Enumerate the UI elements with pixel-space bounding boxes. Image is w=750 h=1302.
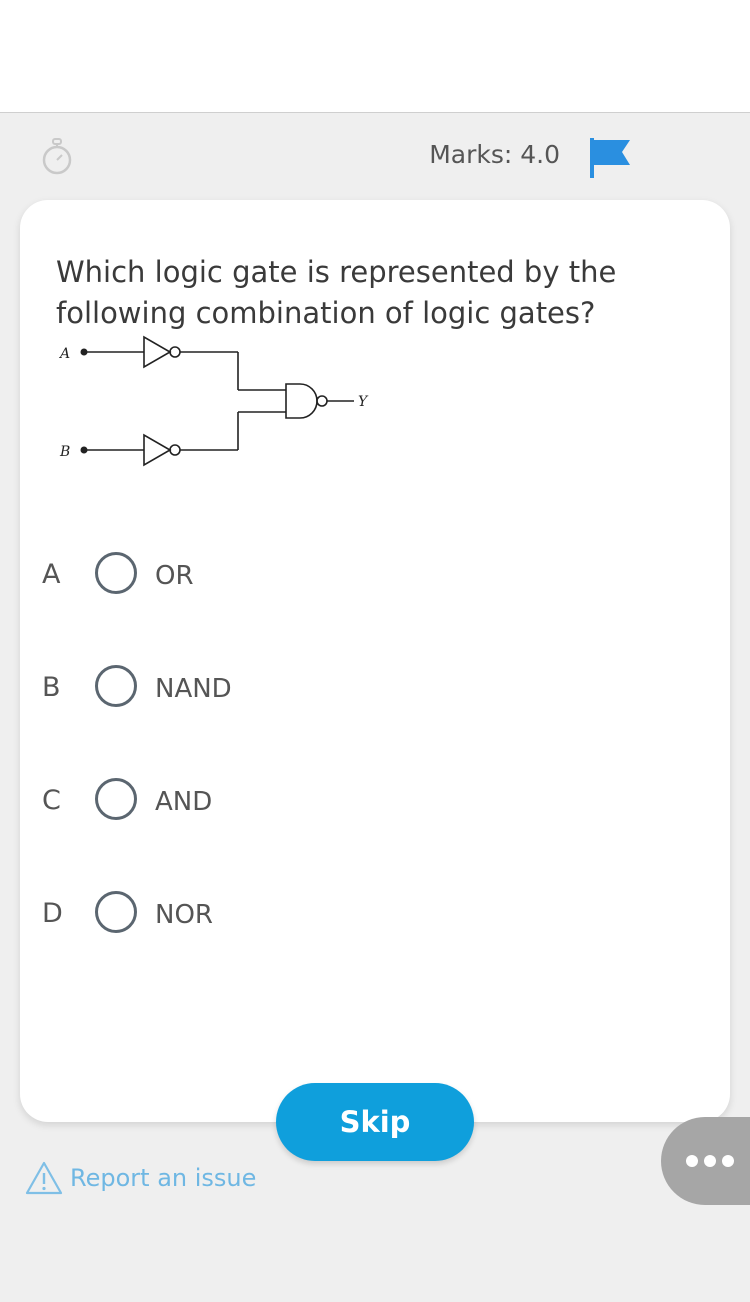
top-bar — [0, 0, 750, 113]
warning-icon — [25, 1161, 63, 1195]
marks-label: Marks: 4.0 — [429, 140, 560, 169]
input-b-label: B — [59, 444, 70, 460]
report-issue-link[interactable]: Report an issue — [24, 1158, 256, 1198]
option-b[interactable]: B NAND — [20, 650, 730, 730]
option-label: AND — [155, 787, 213, 817]
question-card: Which logic gate is represented by the f… — [20, 200, 730, 1122]
option-letter: B — [42, 672, 61, 703]
nand-gate — [285, 383, 318, 419]
more-options-button[interactable] — [661, 1117, 750, 1205]
logic-circuit-diagram: A B Y — [58, 335, 369, 467]
stopwatch-icon — [42, 138, 72, 175]
option-c[interactable]: C AND — [20, 763, 730, 843]
report-issue-label: Report an issue — [70, 1164, 257, 1192]
radio-button[interactable] — [95, 665, 137, 707]
radio-button[interactable] — [95, 552, 137, 594]
option-letter: C — [42, 785, 61, 816]
question-text: Which logic gate is represented by the f… — [56, 255, 617, 330]
status-row: Marks: 4.0 — [0, 113, 750, 198]
input-a-label: A — [58, 346, 70, 362]
option-label: OR — [155, 561, 194, 591]
skip-button[interactable]: Skip — [276, 1083, 474, 1161]
not-gate-b — [143, 433, 172, 467]
radio-button[interactable] — [95, 778, 137, 820]
option-letter: A — [42, 559, 61, 590]
option-label: NOR — [155, 900, 213, 930]
flag-icon[interactable] — [587, 135, 633, 181]
output-y-label: Y — [358, 394, 369, 410]
option-label: NAND — [155, 674, 232, 704]
radio-button[interactable] — [95, 891, 137, 933]
more-dots-icon — [686, 1155, 734, 1167]
option-a[interactable]: A OR — [20, 537, 730, 617]
option-d[interactable]: D NOR — [20, 876, 730, 956]
option-letter: D — [42, 898, 63, 929]
not-gate-a — [143, 335, 172, 369]
